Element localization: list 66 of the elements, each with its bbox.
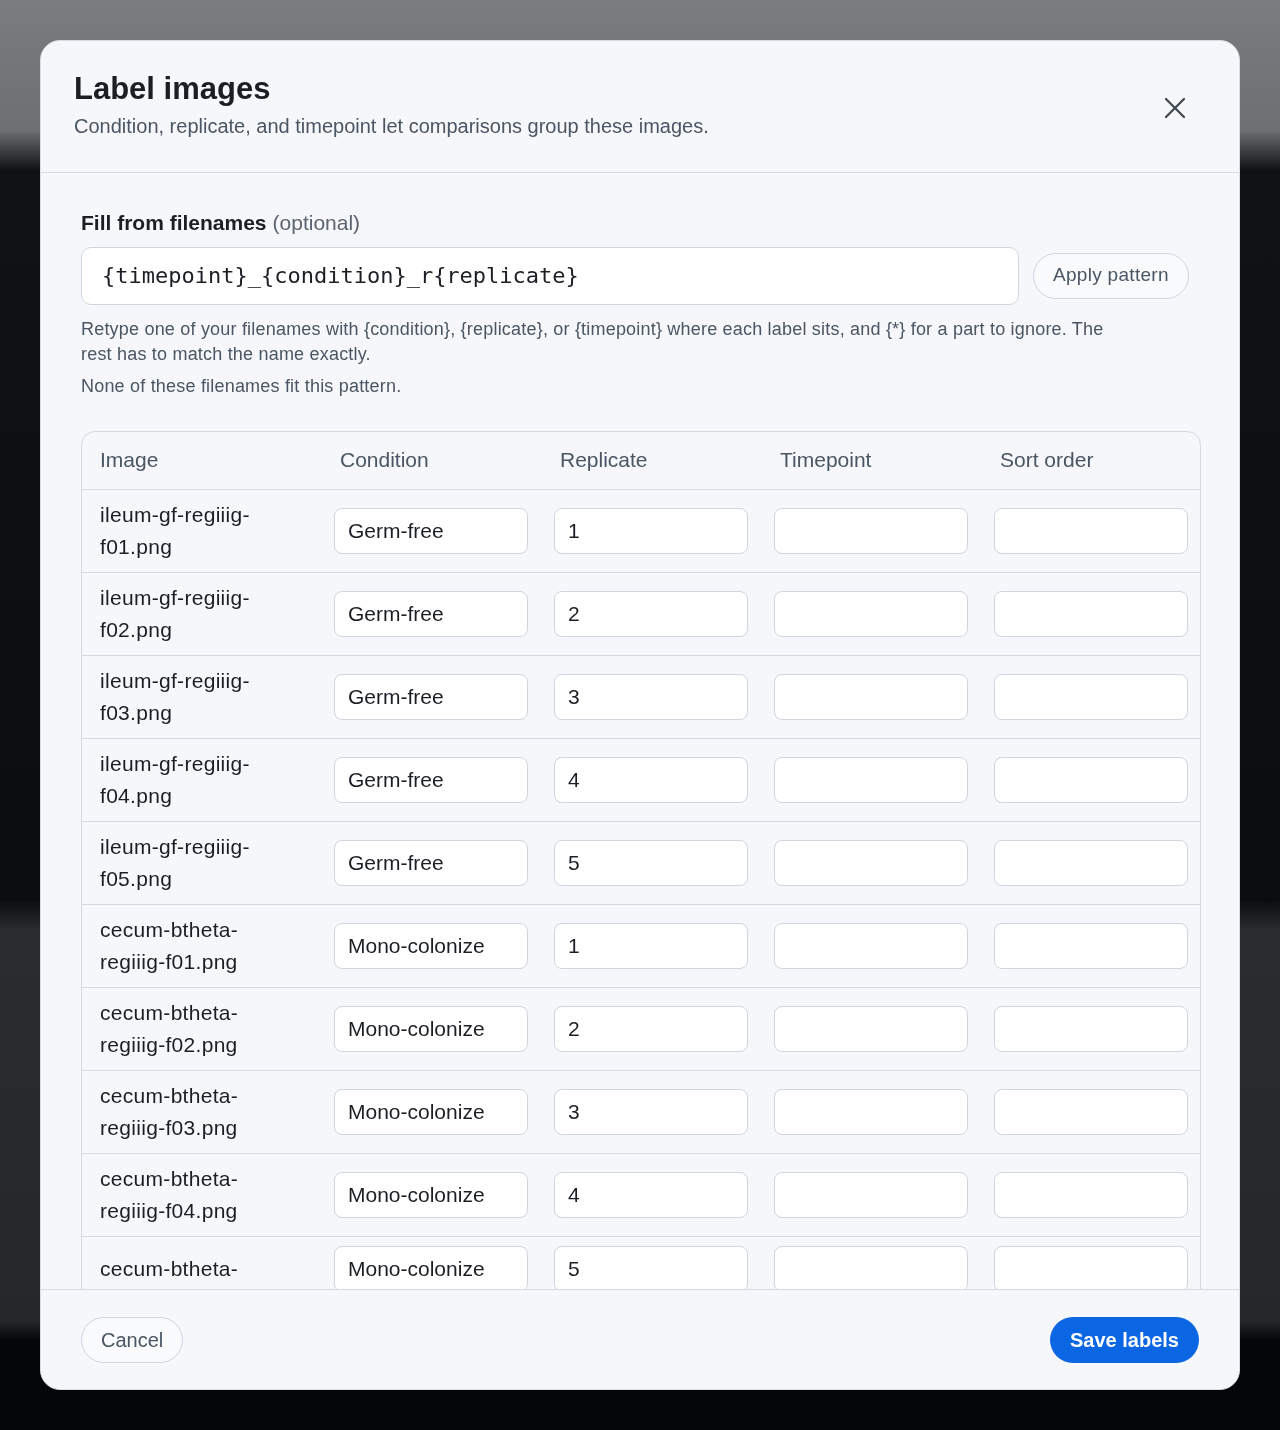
image-filename: cecum-btheta-	[99, 1255, 240, 1282]
input-field[interactable]	[774, 1171, 968, 1218]
input-field[interactable]: Mono-colonize	[334, 1088, 528, 1135]
input-field[interactable]: 3	[554, 1088, 748, 1135]
pattern-field[interactable]: {timepoint}_{condition}_r{replicate}	[81, 246, 1019, 305]
image-filename: ileum-gf-regiiig-f05.png	[99, 833, 251, 892]
input-field[interactable]	[994, 1245, 1188, 1289]
input-field[interactable]: Germ-free	[334, 673, 528, 720]
image-filename: cecum-btheta-regiiig-f02.png	[99, 999, 240, 1058]
column-header: Sort order	[999, 447, 1095, 474]
column-header: Timepoint	[779, 447, 873, 474]
input-field[interactable]	[774, 922, 968, 969]
input-field[interactable]	[994, 1088, 1188, 1135]
help-text: Retype one of your filenames with {condition}, {replicate}, or {timepoint} where each label sits, and {*} for a part to ignore. The rest has to match the name exactly.	[81, 317, 1105, 366]
column-header: Image	[99, 447, 160, 474]
apply-pattern-button[interactable]: Apply pattern	[1033, 252, 1189, 299]
input-field[interactable]: Germ-free	[334, 839, 528, 886]
input-field[interactable]: 3	[554, 673, 748, 720]
input-field[interactable]: Mono-colonize	[334, 922, 528, 969]
input-field[interactable]: Mono-colonize	[334, 1171, 528, 1218]
field-label: Fill from filenames	[81, 210, 267, 236]
input-field[interactable]: 1	[554, 922, 748, 969]
dialog-subtitle: Condition, replicate, and timepoint let comparisons group these images.	[74, 114, 709, 139]
image-filename: cecum-btheta-regiiig-f04.png	[99, 1165, 240, 1224]
input-field[interactable]: Germ-free	[334, 590, 528, 637]
image-filename: ileum-gf-regiiig-f01.png	[99, 501, 251, 560]
input-field[interactable]: 1	[554, 507, 748, 554]
input-field[interactable]	[994, 507, 1188, 554]
input-field[interactable]	[994, 590, 1188, 637]
input-field[interactable]	[774, 1088, 968, 1135]
input-field[interactable]: Germ-free	[334, 756, 528, 803]
input-field[interactable]: 5	[554, 839, 748, 886]
input-field[interactable]: Mono-colonize	[334, 1005, 528, 1052]
input-field[interactable]: Mono-colonize	[334, 1245, 528, 1289]
input-field[interactable]	[774, 839, 968, 886]
input-field[interactable]	[774, 1005, 968, 1052]
image-filename: ileum-gf-regiiig-f03.png	[99, 667, 251, 726]
input-field[interactable]	[994, 922, 1188, 969]
image-filename: cecum-btheta-regiiig-f01.png	[99, 916, 240, 975]
input-field[interactable]	[774, 673, 968, 720]
match-status: None of these filenames fit this pattern.	[81, 374, 403, 398]
input-field[interactable]: 4	[554, 756, 748, 803]
save-labels-button[interactable]: Save labels	[1050, 1316, 1199, 1363]
input-field[interactable]: 5	[554, 1245, 748, 1289]
input-field[interactable]	[774, 590, 968, 637]
close-icon	[1164, 97, 1186, 119]
image-filename: ileum-gf-regiiig-f02.png	[99, 584, 251, 643]
input-field[interactable]: Germ-free	[334, 507, 528, 554]
dialog-title: Label images	[74, 70, 272, 108]
column-header: Replicate	[559, 447, 649, 474]
input-field[interactable]: 4	[554, 1171, 748, 1218]
image-filename: ileum-gf-regiiig-f04.png	[99, 750, 251, 809]
input-field[interactable]: 2	[554, 1005, 748, 1052]
input-field[interactable]: 2	[554, 590, 748, 637]
input-field[interactable]	[994, 1005, 1188, 1052]
input-field[interactable]	[774, 1245, 968, 1289]
input-field[interactable]	[774, 507, 968, 554]
input-field[interactable]	[994, 1171, 1188, 1218]
input-field[interactable]	[994, 839, 1188, 886]
column-header: Condition	[339, 447, 430, 474]
input-field[interactable]	[994, 756, 1188, 803]
input-field[interactable]	[774, 756, 968, 803]
field-note: (optional)	[272, 210, 361, 236]
cancel-button[interactable]: Cancel	[81, 1316, 184, 1363]
image-filename: cecum-btheta-regiiig-f03.png	[99, 1082, 240, 1141]
input-field[interactable]	[994, 673, 1188, 720]
